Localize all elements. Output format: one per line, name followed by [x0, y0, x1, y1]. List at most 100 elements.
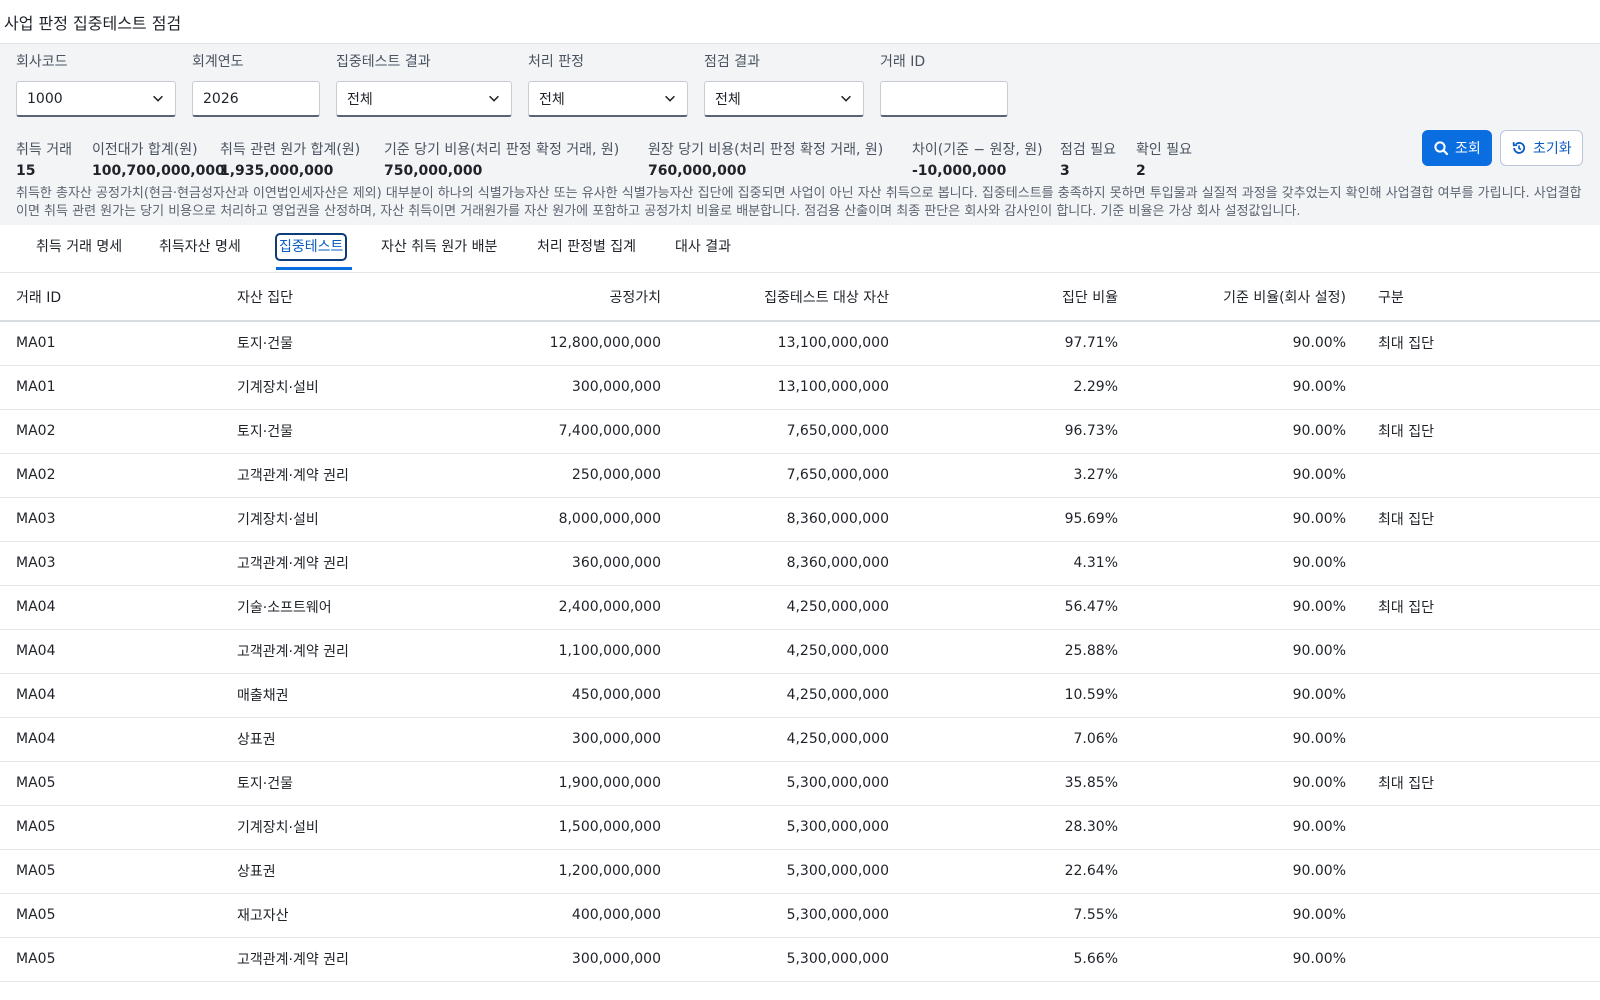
column-header[interactable]: 집단 비율: [905, 273, 1134, 322]
deal-id-label: 거래 ID: [880, 54, 926, 70]
column-header[interactable]: 집중테스트 대상 자산: [677, 273, 905, 322]
table-row[interactable]: MA03 기계장치·설비 8,000,000,000 8,360,000,000 95.…: [0, 497, 1600, 542]
deal-id-cell: MA02: [0, 409, 221, 454]
group-ratio-cell: 10.59%: [905, 673, 1134, 718]
table-row[interactable]: MA05 고객관계·계약 권리 300,000,000 5,300,000,000 5.…: [0, 937, 1600, 982]
review-result-select[interactable]: 전체: [704, 81, 864, 117]
group-ratio-cell: 97.71%: [905, 321, 1134, 366]
asset-group-cell: 상표권: [221, 849, 442, 894]
classification-cell: [1362, 937, 1600, 982]
summary-difference: 차이(기준 − 원장, 원) -10,000,000: [912, 140, 1043, 179]
concentration-result-select[interactable]: 전체: [336, 81, 512, 117]
asset-group-cell: 재고자산: [221, 893, 442, 938]
fair-value-cell: 8,000,000,000: [442, 497, 677, 542]
table-row[interactable]: MA04 상표권 300,000,000 4,250,000,000 7.06% 90.0…: [0, 717, 1600, 762]
title-bar: 사업 판정 집중테스트 점검: [0, 0, 1600, 44]
fair-value-cell: 2,400,000,000: [442, 585, 677, 630]
fair-value-cell: 12,800,000,000: [442, 321, 677, 366]
group-ratio-cell: 22.64%: [905, 849, 1134, 894]
summary-label: 확인 필요: [1136, 142, 1192, 158]
deal-id-input[interactable]: [891, 90, 997, 107]
threshold-ratio-cell: 90.00%: [1134, 453, 1362, 498]
test-asset-total-cell: 8,360,000,000: [677, 541, 905, 586]
asset-group-cell: 토지·건물: [221, 761, 442, 806]
classification-cell: [1362, 805, 1600, 850]
tab-acquisition-deals[interactable]: 취득 거래 명세: [34, 235, 124, 259]
fair-value-cell: 1,500,000,000: [442, 805, 677, 850]
filter-panel: 회사코드 1000 회계연도 2026 집중테스트 결과 전체 처리 판정 전체: [0, 44, 1600, 225]
fiscal-year-input-box[interactable]: 2026: [192, 81, 320, 117]
review-result-value: 전체: [715, 91, 741, 108]
company-code-select[interactable]: 1000: [16, 81, 176, 117]
table-row[interactable]: MA01 토지·건물 12,800,000,000 13,100,000,000 97.…: [0, 321, 1600, 366]
deal-id-cell: MA04: [0, 673, 221, 718]
table-row[interactable]: MA05 상표권 1,200,000,000 5,300,000,000 22.64% 9…: [0, 849, 1600, 894]
test-asset-total-cell: 5,300,000,000: [677, 849, 905, 894]
summary-ledger-expense: 원장 당기 비용(처리 판정 확정 거래, 원) 760,000,000: [648, 140, 883, 179]
table-row[interactable]: MA03 고객관계·계약 권리 360,000,000 8,360,000,000 4.…: [0, 541, 1600, 586]
asset-group-cell: 토지·건물: [221, 321, 442, 366]
treatment-label: 처리 판정: [528, 54, 584, 70]
group-ratio-cell: 28.30%: [905, 805, 1134, 850]
review-result-field: 점검 결과 전체: [704, 52, 864, 117]
fair-value-cell: 1,900,000,000: [442, 761, 677, 806]
group-ratio-cell: 3.27%: [905, 453, 1134, 498]
table-row[interactable]: MA02 토지·건물 7,400,000,000 7,650,000,000 96.73…: [0, 409, 1600, 454]
table-row[interactable]: MA04 기술·소프트웨어 2,400,000,000 4,250,000,000 56…: [0, 585, 1600, 630]
threshold-ratio-cell: 90.00%: [1134, 629, 1362, 674]
table-row[interactable]: MA05 토지·건물 1,900,000,000 5,300,000,000 35.85…: [0, 761, 1600, 806]
table-row[interactable]: MA05 재고자산 400,000,000 5,300,000,000 7.55% 90.…: [0, 893, 1600, 938]
fair-value-cell: 300,000,000: [442, 937, 677, 982]
summary-bar: 취득 거래 15 이전대가 합계(원) 100,700,000,000 취득 관…: [0, 136, 1600, 184]
company-code-value: 1000: [27, 90, 63, 107]
fiscal-year-value[interactable]: 2026: [203, 91, 239, 107]
table-row[interactable]: MA04 매출채권 450,000,000 4,250,000,000 10.59% 90…: [0, 673, 1600, 718]
test-asset-total-cell: 8,360,000,000: [677, 497, 905, 542]
treatment-select[interactable]: 전체: [528, 81, 688, 117]
deal-id-cell: MA02: [0, 453, 221, 498]
threshold-ratio-cell: 90.00%: [1134, 761, 1362, 806]
test-asset-total-cell: 5,300,000,000: [677, 761, 905, 806]
tab-treatment-summary[interactable]: 처리 판정별 집계: [535, 235, 638, 259]
concentration-result-label: 집중테스트 결과: [336, 54, 431, 70]
group-ratio-cell: 95.69%: [905, 497, 1134, 542]
deal-id-cell: MA05: [0, 805, 221, 850]
column-header[interactable]: 구분: [1362, 273, 1600, 322]
table-row[interactable]: MA02 고객관계·계약 권리 250,000,000 7,650,000,000 3.…: [0, 453, 1600, 498]
classification-cell: [1362, 673, 1600, 718]
group-ratio-cell: 56.47%: [905, 585, 1134, 630]
classification-cell: 최대 집단: [1362, 761, 1600, 806]
summary-value: 1,935,000,000: [220, 163, 334, 179]
fair-value-cell: 1,200,000,000: [442, 849, 677, 894]
chevron-down-icon: [153, 95, 163, 102]
deal-id-input-box[interactable]: [880, 81, 1008, 117]
test-asset-total-cell: 7,650,000,000: [677, 409, 905, 454]
table-row[interactable]: MA01 기계장치·설비 300,000,000 13,100,000,000 2.29…: [0, 365, 1600, 410]
page-title: 사업 판정 집중테스트 점검: [4, 13, 182, 33]
fair-value-cell: 7,400,000,000: [442, 409, 677, 454]
test-asset-total-cell: 5,300,000,000: [677, 937, 905, 982]
column-header[interactable]: 기준 비율(회사 설정): [1134, 273, 1362, 322]
tab-acquired-assets[interactable]: 취득자산 명세: [157, 235, 243, 259]
tab-cost-allocation[interactable]: 자산 취득 원가 배분: [379, 235, 499, 259]
fair-value-cell: 300,000,000: [442, 717, 677, 762]
asset-group-cell: 고객관계·계약 권리: [221, 937, 442, 982]
summary-value: 760,000,000: [648, 163, 747, 179]
column-header[interactable]: 공정가치: [442, 273, 677, 322]
classification-cell: [1362, 365, 1600, 410]
test-asset-total-cell: 4,250,000,000: [677, 629, 905, 674]
column-header[interactable]: 거래 ID: [0, 273, 221, 322]
column-header[interactable]: 자산 집단: [221, 273, 442, 322]
asset-group-cell: 기계장치·설비: [221, 365, 442, 410]
tab-concentration-test[interactable]: 집중테스트: [274, 233, 348, 261]
fiscal-year-field: 회계연도 2026: [192, 52, 320, 117]
group-ratio-cell: 96.73%: [905, 409, 1134, 454]
summary-acquisition-cost-total: 취득 관련 원가 합계(원) 1,935,000,000: [220, 140, 360, 179]
tab-reconciliation[interactable]: 대사 결과: [673, 235, 733, 259]
table-header-row: 거래 ID 자산 집단 공정가치 집중테스트 대상 자산 집단 비율 기준 비율…: [0, 273, 1600, 322]
threshold-ratio-cell: 90.00%: [1134, 717, 1362, 762]
table-row[interactable]: MA04 고객관계·계약 권리 1,100,000,000 4,250,000,000…: [0, 629, 1600, 674]
test-asset-total-cell: 13,100,000,000: [677, 321, 905, 366]
table-row[interactable]: MA05 기계장치·설비 1,500,000,000 5,300,000,000 28.…: [0, 805, 1600, 850]
summary-value: 100,700,000,000: [92, 163, 225, 179]
